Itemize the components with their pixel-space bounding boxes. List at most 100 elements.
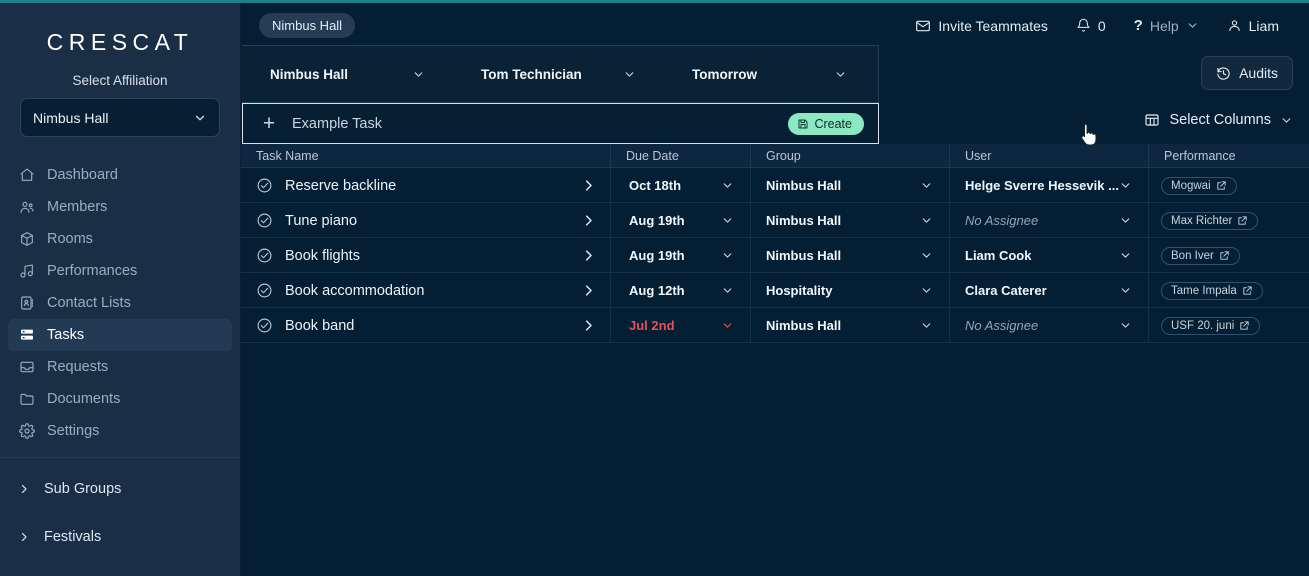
cell-user[interactable]: Liam Cook — [950, 238, 1149, 273]
user-value: Clara Caterer — [965, 283, 1047, 298]
user-value: No Assignee — [965, 213, 1039, 228]
sidebar-item-documents[interactable]: Documents — [8, 383, 232, 415]
cell-due-date[interactable]: Aug 19th — [611, 203, 751, 238]
chevron-down-icon — [920, 179, 933, 192]
create-label: Create — [814, 116, 852, 131]
chevron-down-icon — [721, 284, 734, 297]
cell-due-date[interactable]: Aug 19th — [611, 238, 751, 273]
notifications-button[interactable]: 0 — [1062, 12, 1120, 40]
open-task-icon[interactable] — [581, 248, 596, 263]
table-header-row: Task Name Due Date Group User Performanc… — [241, 144, 1309, 168]
task-complete-icon[interactable] — [256, 177, 273, 194]
cell-group[interactable]: Hospitality — [751, 273, 950, 308]
help-button[interactable]: ? Help — [1120, 11, 1213, 40]
cube-icon — [18, 231, 35, 248]
table-row[interactable]: Book flights Aug 19th Nimbus Hall Liam C… — [241, 238, 1309, 273]
sidebar-item-dashboard[interactable]: Dashboard — [8, 159, 232, 191]
filter-user-select[interactable]: Tom Technician — [453, 67, 664, 82]
group-value: Nimbus Hall — [766, 178, 842, 193]
cell-task-name[interactable]: Reserve backline — [241, 168, 611, 203]
chevron-down-icon — [1119, 179, 1132, 192]
chevron-down-icon — [920, 249, 933, 262]
chevron-down-icon — [721, 179, 734, 192]
filter-date-value: Tomorrow — [692, 66, 757, 82]
sidebar-group-festivals[interactable]: Festivals — [0, 520, 240, 554]
task-complete-icon[interactable] — [256, 282, 273, 299]
cell-due-date[interactable]: Oct 18th — [611, 168, 751, 203]
cell-task-name[interactable]: Book band — [241, 308, 611, 343]
cell-group[interactable]: Nimbus Hall — [751, 168, 950, 203]
sidebar-item-performances[interactable]: Performances — [8, 255, 232, 287]
column-header-task-name[interactable]: Task Name — [241, 144, 611, 167]
performance-badge[interactable]: USF 20. juni — [1161, 316, 1261, 335]
sidebar-item-requests[interactable]: Requests — [8, 351, 232, 383]
cell-group[interactable]: Nimbus Hall — [751, 203, 950, 238]
due-date-value: Jul 2nd — [629, 318, 675, 333]
filter-group-select[interactable]: Nimbus Hall — [242, 67, 453, 82]
cell-due-date[interactable]: Aug 12th — [611, 273, 751, 308]
cell-performance: Max Richter — [1149, 203, 1309, 238]
sidebar-item-label: Contact Lists — [47, 295, 131, 311]
open-task-icon[interactable] — [581, 178, 596, 193]
cell-group[interactable]: Nimbus Hall — [751, 308, 950, 343]
chevron-down-icon — [920, 319, 933, 332]
cell-task-name[interactable]: Book flights — [241, 238, 611, 273]
performance-badge[interactable]: Tame Impala — [1161, 281, 1263, 300]
audits-button[interactable]: Audits — [1201, 56, 1293, 90]
cell-due-date[interactable]: Jul 2nd — [611, 308, 751, 343]
sidebar-item-rooms[interactable]: Rooms — [8, 223, 232, 255]
group-value: Nimbus Hall — [766, 213, 842, 228]
sidebar-divider — [0, 457, 240, 458]
table-row[interactable]: Reserve backline Oct 18th Nimbus Hall He… — [241, 168, 1309, 203]
invite-teammates-button[interactable]: Invite Teammates — [901, 12, 1061, 40]
chevron-down-icon — [920, 214, 933, 227]
cell-user[interactable]: Clara Caterer — [950, 273, 1149, 308]
cell-performance: Tame Impala — [1149, 273, 1309, 308]
cell-task-name[interactable]: Tune piano — [241, 203, 611, 238]
create-button[interactable]: Create — [788, 112, 864, 135]
sidebar-item-members[interactable]: Members — [8, 191, 232, 223]
cell-user[interactable]: Helge Sverre Hessevik ... — [950, 168, 1149, 203]
performance-label: Tame Impala — [1171, 284, 1237, 297]
select-columns-button[interactable]: Select Columns — [1144, 112, 1293, 128]
affiliation-select[interactable]: Nimbus Hall — [20, 98, 220, 137]
performance-badge[interactable]: Max Richter — [1161, 211, 1259, 230]
column-header-group[interactable]: Group — [751, 144, 950, 167]
open-task-icon[interactable] — [581, 318, 596, 333]
open-task-icon[interactable] — [581, 283, 596, 298]
sidebar-item-label: Dashboard — [47, 167, 118, 183]
performance-badge[interactable]: Mogwai — [1161, 176, 1237, 195]
task-complete-icon[interactable] — [256, 212, 273, 229]
sidebar: CRESCAT Select Affiliation Nimbus Hall D… — [0, 0, 241, 576]
cell-user[interactable]: No Assignee — [950, 203, 1149, 238]
task-complete-icon[interactable] — [256, 317, 273, 334]
cell-group[interactable]: Nimbus Hall — [751, 238, 950, 273]
help-label: Help — [1149, 17, 1179, 34]
task-complete-icon[interactable] — [256, 247, 273, 264]
cell-task-name[interactable]: Book accommodation — [241, 273, 611, 308]
performance-label: USF 20. juni — [1171, 319, 1235, 332]
new-task-input[interactable]: Example Task — [292, 116, 382, 132]
filter-date-select[interactable]: Tomorrow — [664, 67, 875, 82]
open-task-icon[interactable] — [581, 213, 596, 228]
sidebar-item-settings[interactable]: Settings — [8, 415, 232, 447]
table-row[interactable]: Book band Jul 2nd Nimbus Hall No Assigne… — [241, 308, 1309, 343]
chevron-down-icon — [1119, 249, 1132, 262]
column-header-due-date[interactable]: Due Date — [611, 144, 751, 167]
sidebar-group-sub-groups[interactable]: Sub Groups — [0, 472, 240, 506]
user-menu-button[interactable]: Liam — [1213, 12, 1293, 40]
sidebar-item-tasks[interactable]: Tasks — [8, 319, 232, 351]
sidebar-item-label: Requests — [47, 359, 109, 375]
column-header-user[interactable]: User — [950, 144, 1149, 167]
cell-user[interactable]: No Assignee — [950, 308, 1149, 343]
invite-teammates-label: Invite Teammates — [938, 17, 1048, 34]
context-chip[interactable]: Nimbus Hall — [259, 13, 356, 38]
performance-badge[interactable]: Bon Iver — [1161, 246, 1240, 265]
sidebar-item-contact-lists[interactable]: Contact Lists — [8, 287, 232, 319]
column-header-performance[interactable]: Performance — [1149, 144, 1309, 167]
sidebar-group-label: Sub Groups — [44, 481, 122, 497]
table-row[interactable]: Tune piano Aug 19th Nimbus Hall No Assig… — [241, 203, 1309, 238]
music-icon — [18, 263, 35, 280]
table-row[interactable]: Book accommodation Aug 12th Hospitality … — [241, 273, 1309, 308]
new-task-row[interactable]: + Example Task Create — [242, 103, 879, 144]
